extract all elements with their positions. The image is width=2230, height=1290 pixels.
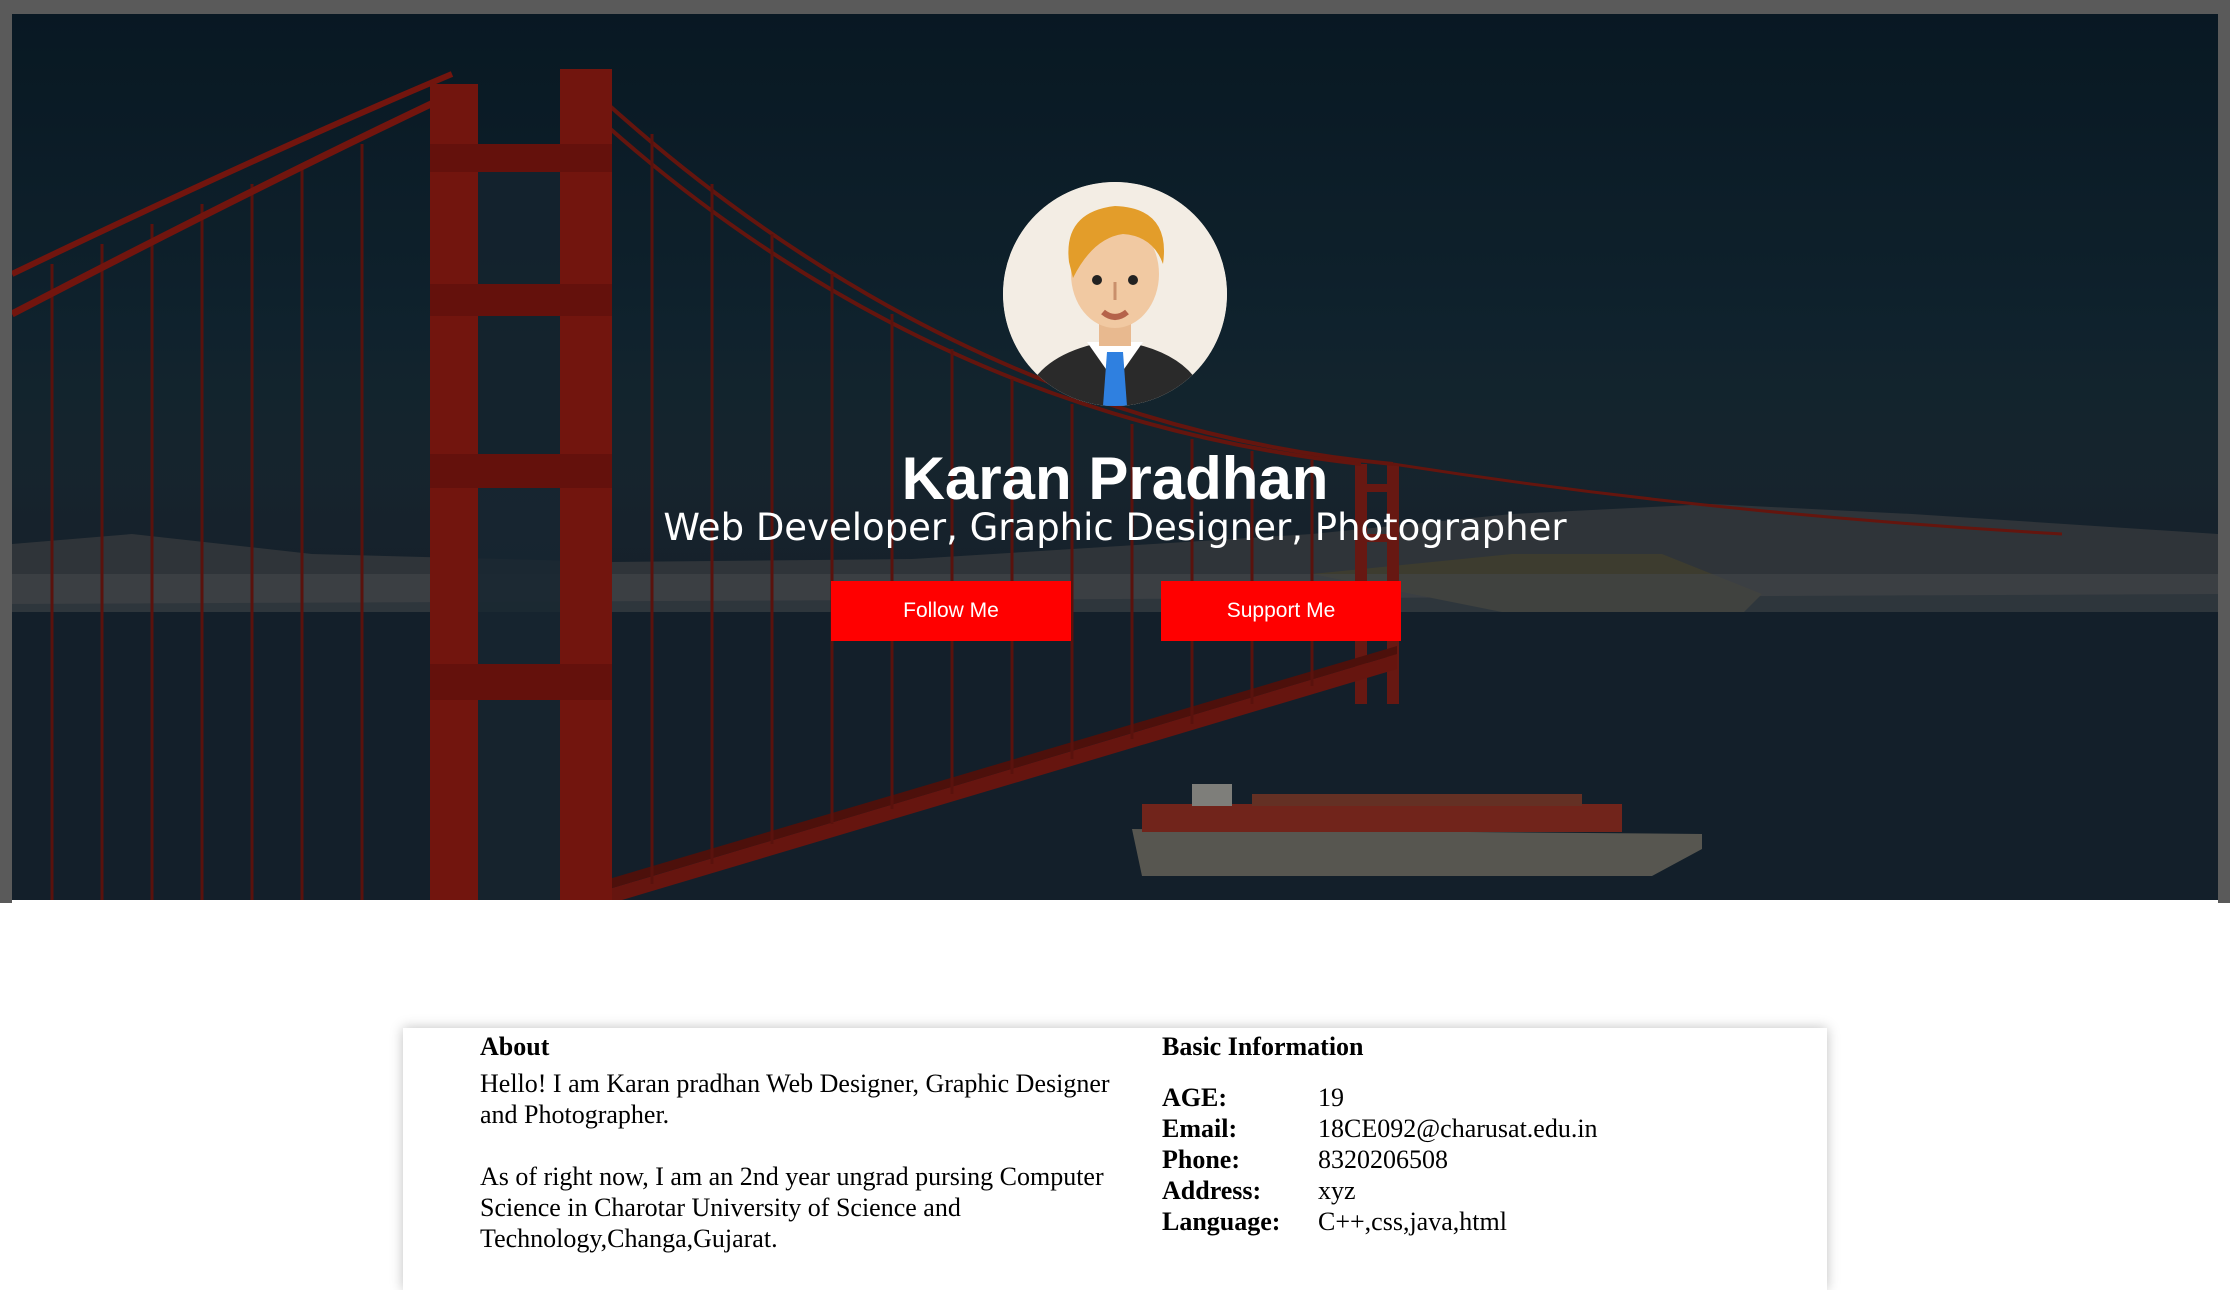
info-label: Email:	[1162, 1114, 1238, 1143]
profile-name: Karan Pradhan	[901, 445, 1329, 512]
avatar	[1003, 182, 1227, 406]
info-label: Phone:	[1162, 1145, 1240, 1174]
support-me-button[interactable]: Support Me	[1161, 581, 1401, 641]
about-paragraph-2: As of right now, I am an 2nd year ungrad…	[480, 1162, 1104, 1253]
info-label: Language:	[1162, 1207, 1281, 1236]
basic-information-heading: Basic Information	[1162, 1032, 1364, 1061]
info-value: 18CE092@charusat.edu.in	[1318, 1114, 1598, 1143]
hero-banner: Karan Pradhan Web Developer, Graphic Des…	[12, 14, 2218, 900]
man-avatar-icon	[1003, 182, 1227, 406]
info-label: AGE:	[1162, 1083, 1227, 1112]
profile-subtitle: Web Developer, Graphic Designer, Photogr…	[663, 506, 1567, 549]
window-frame-right	[2218, 0, 2230, 903]
info-value: C++,css,java,html	[1318, 1207, 1507, 1236]
info-value: 8320206508	[1318, 1145, 1448, 1174]
info-label: Address:	[1162, 1176, 1262, 1205]
info-value: xyz	[1318, 1176, 1356, 1205]
window-frame-left	[0, 0, 12, 903]
window-frame-top	[0, 0, 2230, 14]
about-heading: About	[480, 1032, 550, 1061]
follow-me-button[interactable]: Follow Me	[831, 581, 1071, 641]
about-paragraph-1: Hello! I am Karan pradhan Web Designer, …	[480, 1069, 1110, 1129]
info-value: 19	[1318, 1083, 1344, 1112]
